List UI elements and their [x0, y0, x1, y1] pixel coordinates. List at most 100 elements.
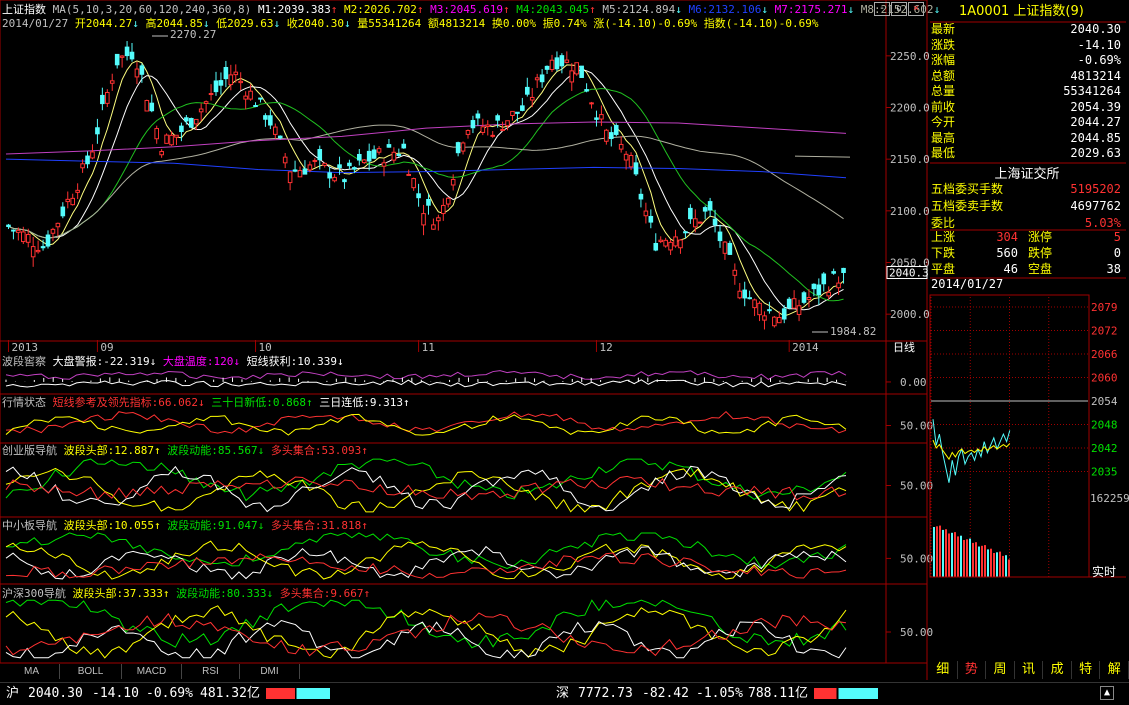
- candle-body: [104, 92, 110, 104]
- candle-body: [179, 125, 184, 133]
- status-menu-icon[interactable]: ▲: [1100, 686, 1114, 700]
- candle-body: [70, 197, 76, 206]
- p4-item-2: 多头集合:31.818↑: [270, 519, 368, 532]
- quote-row-value: 2040.30: [1070, 22, 1121, 36]
- quote-row: 最高 2044.85: [929, 131, 1125, 146]
- candle-body: [119, 55, 125, 58]
- candle-body: [485, 124, 491, 128]
- realtime-label[interactable]: 实时: [1092, 563, 1116, 580]
- candle-body: [776, 316, 782, 324]
- order-row: 五档委卖手数 4697762: [929, 199, 1125, 214]
- side-tab-explain[interactable]: 解: [1100, 661, 1129, 679]
- indicator-line: [5, 410, 847, 434]
- candle-body: [608, 132, 614, 139]
- breadth-label-1: 下跌: [931, 246, 956, 260]
- tab-boll[interactable]: BOLL: [60, 664, 122, 679]
- candle-body: [692, 218, 698, 228]
- quote-row-label: 总量: [931, 84, 956, 98]
- panel-title-p5[interactable]: 沪深300导航 波段头部:37.333↑ 波段动能:80.333↓ 多头集合:9…: [2, 587, 370, 600]
- candle-body: [208, 93, 214, 96]
- candle-body: [826, 291, 832, 297]
- candle-body: [55, 222, 61, 228]
- candle-body: [460, 142, 466, 152]
- p5-item-0: 波段头部:37.333↑: [72, 587, 170, 600]
- candle-body: [218, 80, 224, 86]
- candle-body: [90, 151, 95, 159]
- order-row-value: 5.03%: [1084, 216, 1121, 230]
- candle-body: [737, 290, 743, 299]
- candle-body: [149, 102, 155, 112]
- tab-macd[interactable]: MACD: [122, 664, 182, 679]
- order-row-value: 4697762: [1070, 199, 1121, 213]
- quote-row-value: 2044.27: [1070, 115, 1121, 129]
- candle-body: [233, 71, 239, 76]
- mini-chart-date: 2014/01/27: [931, 277, 1004, 291]
- candle-body: [544, 65, 550, 70]
- candle-body: [742, 289, 748, 299]
- candle-body: [238, 80, 244, 84]
- side-tabs: 细 势 周 讯 成 特 解: [929, 661, 1129, 679]
- ma-m3: M3:2045.619: [430, 3, 504, 16]
- breadth-label-1: 平盘: [931, 262, 956, 276]
- sz-change: -82.42: [642, 686, 689, 701]
- indicator-line: [5, 370, 847, 380]
- side-tab-week[interactable]: 周: [986, 661, 1015, 679]
- side-tab-trend[interactable]: 势: [958, 661, 987, 679]
- candle-body: [100, 94, 105, 105]
- candle-body: [806, 297, 812, 300]
- quote-row-value: 2029.63: [1070, 146, 1121, 160]
- tab-rsi[interactable]: RSI: [182, 664, 240, 679]
- mini-volume-max: 162259: [1090, 492, 1129, 505]
- candle-body: [213, 80, 219, 93]
- candle-body: [618, 143, 624, 150]
- sh-amount: 481.32亿: [200, 686, 260, 701]
- candle-body: [515, 111, 520, 114]
- quote-row-label: 总额: [931, 68, 956, 83]
- close-button[interactable]: ×: [908, 2, 924, 16]
- candle-body: [604, 129, 609, 142]
- side-tab-detail[interactable]: 细: [929, 661, 958, 679]
- bar-turnover: 换0.00%: [491, 17, 537, 30]
- bar-volume: 量55341264: [357, 17, 422, 30]
- side-tab-news[interactable]: 讯: [1015, 661, 1044, 679]
- candle-body: [139, 65, 145, 75]
- minimize-button[interactable]: -: [874, 2, 890, 16]
- p5-item-1: 波段动能:80.333↓: [176, 587, 274, 600]
- candle-body: [154, 128, 160, 140]
- indicator-line: [5, 599, 847, 649]
- breadth-row: 上涨 304 涨停 5: [929, 230, 1125, 245]
- tab-ma[interactable]: MA: [4, 664, 60, 679]
- candle-body: [658, 239, 664, 243]
- candle-body: [490, 134, 496, 137]
- sz-price[interactable]: 7772.73: [578, 686, 633, 702]
- sh-price[interactable]: 2040.30: [28, 686, 83, 702]
- candle-body: [287, 171, 293, 184]
- candle-body: [589, 102, 594, 105]
- breadth-value-2: 38: [1106, 262, 1121, 276]
- candle-body: [727, 242, 733, 255]
- date-axis-label: 12: [599, 341, 612, 354]
- candle-body: [791, 298, 797, 309]
- restore-button[interactable]: ▫: [891, 2, 907, 16]
- panel-title-p1[interactable]: 波段窖察 大盘警报:-22.319↓ 大盘温度:120↓ 短线获利:10.339…: [2, 355, 344, 368]
- candle-body: [114, 53, 120, 66]
- panel-title-p3[interactable]: 创业版导航 波段头部:12.887↑ 波段动能:85.567↓ 多头集合:53.…: [2, 444, 368, 457]
- side-tab-deal[interactable]: 成: [1043, 661, 1072, 679]
- panel-title-p4[interactable]: 中小板导航 波段头部:10.055↑ 波段动能:91.047↓ 多头集合:31.…: [2, 519, 368, 532]
- indicator-line: [5, 605, 847, 659]
- candle-body: [475, 113, 481, 119]
- breadth-value-2: 0: [1113, 246, 1121, 260]
- quote-row-value: 2054.39: [1070, 99, 1121, 114]
- panel-title-p2[interactable]: 行情状态 短线参考及领先指标:66.062↓ 三十日新低:0.868↑ 三日连低…: [2, 396, 410, 409]
- breadth-value-2: 5: [1113, 230, 1121, 244]
- candle-body: [440, 204, 446, 215]
- order-row-label: 委比: [931, 216, 956, 230]
- candle-body: [45, 234, 51, 247]
- candle-body: [342, 179, 347, 183]
- candle-body: [426, 198, 431, 206]
- candle-body: [174, 134, 179, 138]
- candle-body: [184, 117, 189, 122]
- side-tab-special[interactable]: 特: [1072, 661, 1101, 679]
- sz-label: 深: [556, 686, 570, 701]
- tab-dmi[interactable]: DMI: [240, 664, 300, 679]
